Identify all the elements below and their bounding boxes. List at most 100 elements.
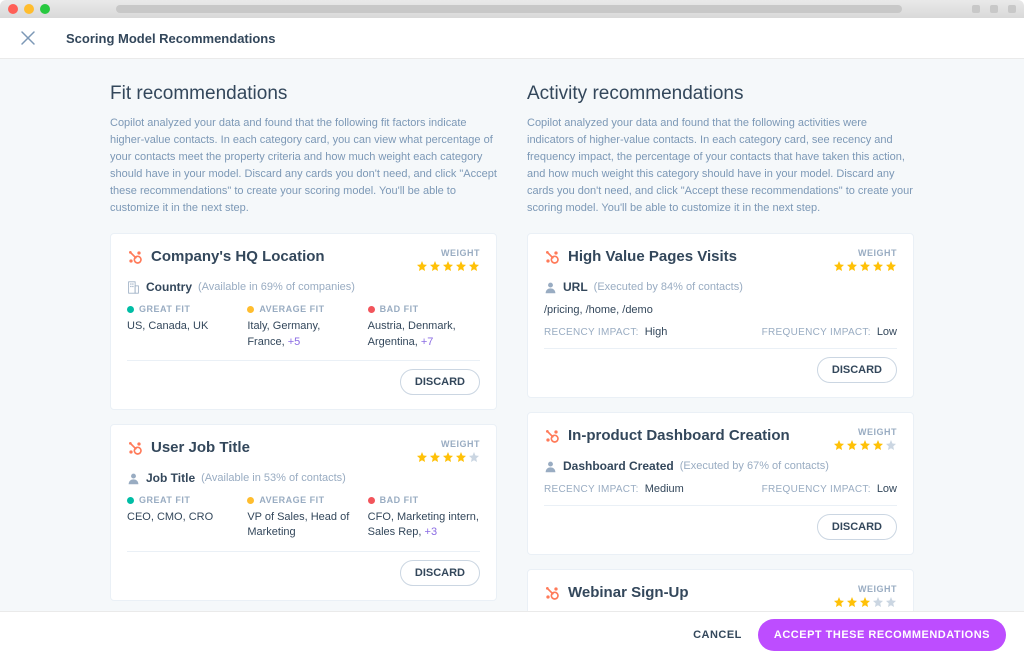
cancel-button[interactable]: CANCEL [693, 629, 742, 641]
star-filled-icon [833, 260, 845, 272]
star-filled-icon [885, 260, 897, 272]
hubspot-icon [127, 440, 143, 456]
activity-description: Copilot analyzed your data and found tha… [527, 115, 914, 217]
hubspot-icon [544, 428, 560, 444]
card-title: In-product Dashboard Creation [568, 427, 790, 444]
building-icon [127, 281, 140, 294]
more-link[interactable]: +5 [288, 336, 301, 348]
main-content: Fit recommendations Copilot analyzed you… [0, 59, 1024, 611]
star-filled-icon [442, 260, 454, 272]
recency-value: High [645, 326, 668, 338]
hubspot-icon [544, 249, 560, 265]
star-empty-icon [468, 451, 480, 463]
hubspot-icon [127, 249, 143, 265]
star-empty-icon [872, 596, 884, 608]
star-empty-icon [885, 439, 897, 451]
discard-button[interactable]: DISCARD [817, 514, 897, 540]
weight-stars [416, 451, 480, 463]
tab-placeholder [1008, 5, 1016, 13]
avg-fit-label: AVERAGE FIT [259, 495, 324, 505]
discard-button[interactable]: DISCARD [400, 560, 480, 586]
great-fit-label: GREAT FIT [139, 495, 190, 505]
tab-placeholder [972, 5, 980, 13]
weight-stars [833, 260, 897, 272]
fit-card: User Job Title WEIGHT Job Title (Availab… [110, 424, 497, 601]
property-name: URL [563, 280, 588, 294]
dot-green-icon [127, 497, 134, 504]
recency-label: RECENCY IMPACT: [544, 484, 639, 495]
great-fit-label: GREAT FIT [139, 304, 190, 314]
star-filled-icon [859, 260, 871, 272]
recency-value: Medium [645, 483, 684, 495]
discard-button[interactable]: DISCARD [817, 357, 897, 383]
avg-fit-values: VP of Sales, Head of Marketing [247, 510, 359, 541]
frequency-value: Low [877, 326, 897, 338]
frequency-label: FREQUENCY IMPACT: [762, 484, 871, 495]
star-filled-icon [429, 260, 441, 272]
activity-card: In-product Dashboard Creation WEIGHT Das… [527, 412, 914, 555]
bad-fit-label: BAD FIT [380, 304, 419, 314]
accept-button[interactable]: ACCEPT THESE RECOMMENDATIONS [758, 619, 1006, 651]
weight-stars [833, 596, 897, 608]
card-title: User Job Title [151, 439, 250, 456]
dot-green-icon [127, 306, 134, 313]
traffic-min-icon[interactable] [24, 4, 34, 14]
modal-footer: CANCEL ACCEPT THESE RECOMMENDATIONS [0, 611, 1024, 657]
weight-stars [416, 260, 480, 272]
weight-stars [833, 439, 897, 451]
modal-header: Scoring Model Recommendations [0, 18, 1024, 59]
hubspot-icon [544, 585, 560, 601]
star-filled-icon [455, 451, 467, 463]
star-filled-icon [846, 439, 858, 451]
traffic-max-icon[interactable] [40, 4, 50, 14]
browser-titlebar [0, 0, 1024, 18]
star-filled-icon [416, 451, 428, 463]
tab-placeholder [990, 5, 998, 13]
star-filled-icon [846, 596, 858, 608]
more-link[interactable]: +3 [425, 526, 438, 538]
recency-label: RECENCY IMPACT: [544, 327, 639, 338]
star-filled-icon [416, 260, 428, 272]
card-title: Company's HQ Location [151, 248, 325, 265]
traffic-close-icon[interactable] [8, 4, 18, 14]
activity-card: Webinar Sign-Up WEIGHT GoToWebinar Regis… [527, 569, 914, 611]
more-link[interactable]: +7 [421, 336, 434, 348]
star-filled-icon [833, 439, 845, 451]
property-name: Job Title [146, 471, 195, 485]
weight-label: WEIGHT [833, 584, 897, 594]
property-availability: (Available in 53% of contacts) [201, 472, 346, 484]
page-title: Scoring Model Recommendations [66, 31, 275, 46]
card-title: High Value Pages Visits [568, 248, 737, 265]
person-icon [127, 472, 140, 485]
great-fit-values: CEO, CMO, CRO [127, 510, 239, 525]
avg-fit-label: AVERAGE FIT [259, 304, 324, 314]
weight-label: WEIGHT [833, 427, 897, 437]
bad-fit-values: CFO, Marketing intern, Sales Rep, +3 [368, 510, 480, 541]
weight-label: WEIGHT [833, 248, 897, 258]
activity-card: High Value Pages Visits WEIGHT URL (Exec… [527, 233, 914, 398]
star-filled-icon [859, 439, 871, 451]
person-icon [544, 281, 557, 294]
bad-fit-label: BAD FIT [380, 495, 419, 505]
discard-button[interactable]: DISCARD [400, 369, 480, 395]
url-bar[interactable] [116, 5, 902, 13]
star-filled-icon [455, 260, 467, 272]
star-filled-icon [429, 451, 441, 463]
close-icon[interactable] [20, 30, 36, 46]
property-availability: (Executed by 67% of contacts) [680, 460, 829, 472]
dot-red-icon [368, 306, 375, 313]
dot-red-icon [368, 497, 375, 504]
card-title: Webinar Sign-Up [568, 584, 689, 601]
star-filled-icon [859, 596, 871, 608]
avg-fit-values: Italy, Germany, France, +5 [247, 319, 359, 350]
weight-label: WEIGHT [416, 248, 480, 258]
fit-heading: Fit recommendations [110, 83, 497, 105]
property-name: Country [146, 280, 192, 294]
star-filled-icon [833, 596, 845, 608]
property-availability: (Available in 69% of companies) [198, 281, 355, 293]
fit-column: Fit recommendations Copilot analyzed you… [110, 83, 497, 611]
weight-label: WEIGHT [416, 439, 480, 449]
fit-description: Copilot analyzed your data and found tha… [110, 115, 497, 217]
url-list: /pricing, /home, /demo [544, 304, 897, 316]
property-name: Dashboard Created [563, 459, 674, 473]
